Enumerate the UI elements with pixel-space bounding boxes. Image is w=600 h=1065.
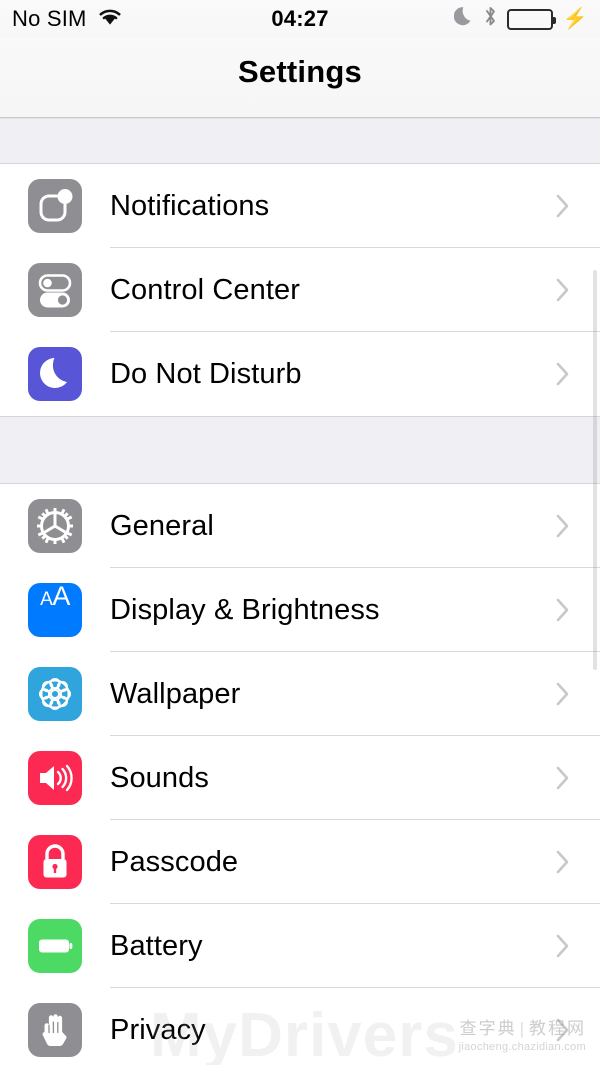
row-label: Display & Brightness: [110, 593, 380, 626]
hand-icon: [28, 1003, 82, 1057]
row-label: Battery: [110, 929, 203, 962]
row-label: Sounds: [110, 761, 209, 794]
navigation-bar: Settings: [0, 38, 600, 118]
aa-small-letter: A: [40, 589, 53, 610]
settings-row-wallpaper[interactable]: Wallpaper: [0, 652, 600, 736]
bluetooth-icon: [483, 5, 498, 34]
iphone-settings-screen: No SIM 04:27 ⚡ Settings Notifications Co…: [0, 0, 600, 1065]
status-bar-right: ⚡: [453, 5, 588, 34]
chevron-right-icon: [556, 766, 570, 790]
settings-row-do-not-disturb[interactable]: Do Not Disturb: [0, 332, 600, 416]
wifi-icon: [97, 6, 123, 32]
chevron-right-icon: [556, 362, 570, 386]
row-label: Notifications: [110, 189, 270, 222]
status-bar: No SIM 04:27 ⚡: [0, 0, 600, 38]
chevron-right-icon: [556, 682, 570, 706]
battery-icon: [28, 919, 82, 973]
row-label: Wallpaper: [110, 677, 241, 710]
settings-row-general[interactable]: General: [0, 484, 600, 568]
clock-label: 04:27: [271, 6, 329, 31]
settings-group-2: General AA Display & Brightness Wallpape…: [0, 484, 600, 1065]
carrier-label: No SIM: [12, 6, 87, 31]
vertical-scrollbar[interactable]: [593, 270, 597, 670]
row-label: Passcode: [110, 845, 239, 878]
do-not-disturb-icon: [28, 347, 82, 401]
settings-group-1: Notifications Control Center Do Not Dist…: [0, 164, 600, 416]
page-title: Settings: [238, 54, 362, 89]
chevron-right-icon: [556, 850, 570, 874]
settings-row-notifications[interactable]: Notifications: [0, 164, 600, 248]
lightning-bolt-icon: ⚡: [562, 8, 588, 30]
moon-icon: [453, 5, 474, 33]
row-label: Control Center: [110, 273, 300, 306]
row-label: General: [110, 509, 214, 542]
aa-text-icon: AA: [28, 583, 82, 637]
settings-row-battery[interactable]: Battery: [0, 904, 600, 988]
lock-icon: [28, 835, 82, 889]
settings-row-passcode[interactable]: Passcode: [0, 820, 600, 904]
chevron-right-icon: [556, 1018, 570, 1042]
flower-icon: [28, 667, 82, 721]
row-label: Do Not Disturb: [110, 357, 302, 390]
gear-icon: [28, 499, 82, 553]
notifications-icon: [28, 179, 82, 233]
chevron-right-icon: [556, 598, 570, 622]
chevron-right-icon: [556, 278, 570, 302]
settings-row-display-brightness[interactable]: AA Display & Brightness: [0, 568, 600, 652]
chevron-right-icon: [556, 194, 570, 218]
aa-big-letter: A: [52, 583, 70, 611]
row-label: Privacy: [110, 1013, 206, 1046]
settings-row-privacy[interactable]: Privacy: [0, 988, 600, 1065]
battery-icon: [506, 8, 556, 30]
chevron-right-icon: [556, 934, 570, 958]
status-bar-left: No SIM: [12, 6, 123, 32]
control-center-icon: [28, 263, 82, 317]
section-gap-middle: [0, 416, 600, 484]
chevron-right-icon: [556, 514, 570, 538]
settings-row-control-center[interactable]: Control Center: [0, 248, 600, 332]
settings-row-sounds[interactable]: Sounds: [0, 736, 600, 820]
speaker-icon: [28, 751, 82, 805]
section-gap-top: [0, 118, 600, 164]
